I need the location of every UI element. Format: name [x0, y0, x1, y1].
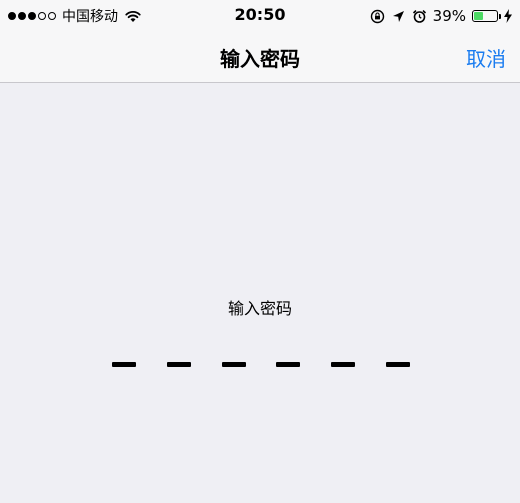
battery-level-fill: [474, 12, 483, 20]
passcode-slot: [166, 362, 191, 367]
orientation-lock-icon: [370, 9, 384, 23]
battery-percent: 39%: [432, 7, 466, 25]
status-right: 39%: [370, 6, 512, 26]
passcode-input[interactable]: [112, 362, 410, 368]
passcode-slot: [385, 362, 410, 367]
alarm-icon: [412, 9, 426, 23]
screen: 中国移动 20:50 39% 输入密码 取消 输入密码: [0, 0, 520, 503]
passcode-prompt: 输入密码: [227, 299, 292, 318]
passcode-slot: [221, 362, 246, 367]
passcode-slot: [112, 362, 136, 367]
navigation-bar: 输入密码 取消: [0, 32, 520, 83]
passcode-slot: [276, 362, 301, 367]
status-bar: 中国移动 20:50 39%: [0, 0, 520, 32]
location-arrow-icon: [392, 10, 404, 22]
cancel-button[interactable]: 取消: [466, 43, 506, 72]
charging-bolt-icon: [504, 9, 512, 23]
page-title: 输入密码: [220, 47, 300, 71]
passcode-slot: [331, 362, 356, 367]
battery-cap: [499, 14, 501, 19]
battery-icon: [472, 10, 501, 22]
